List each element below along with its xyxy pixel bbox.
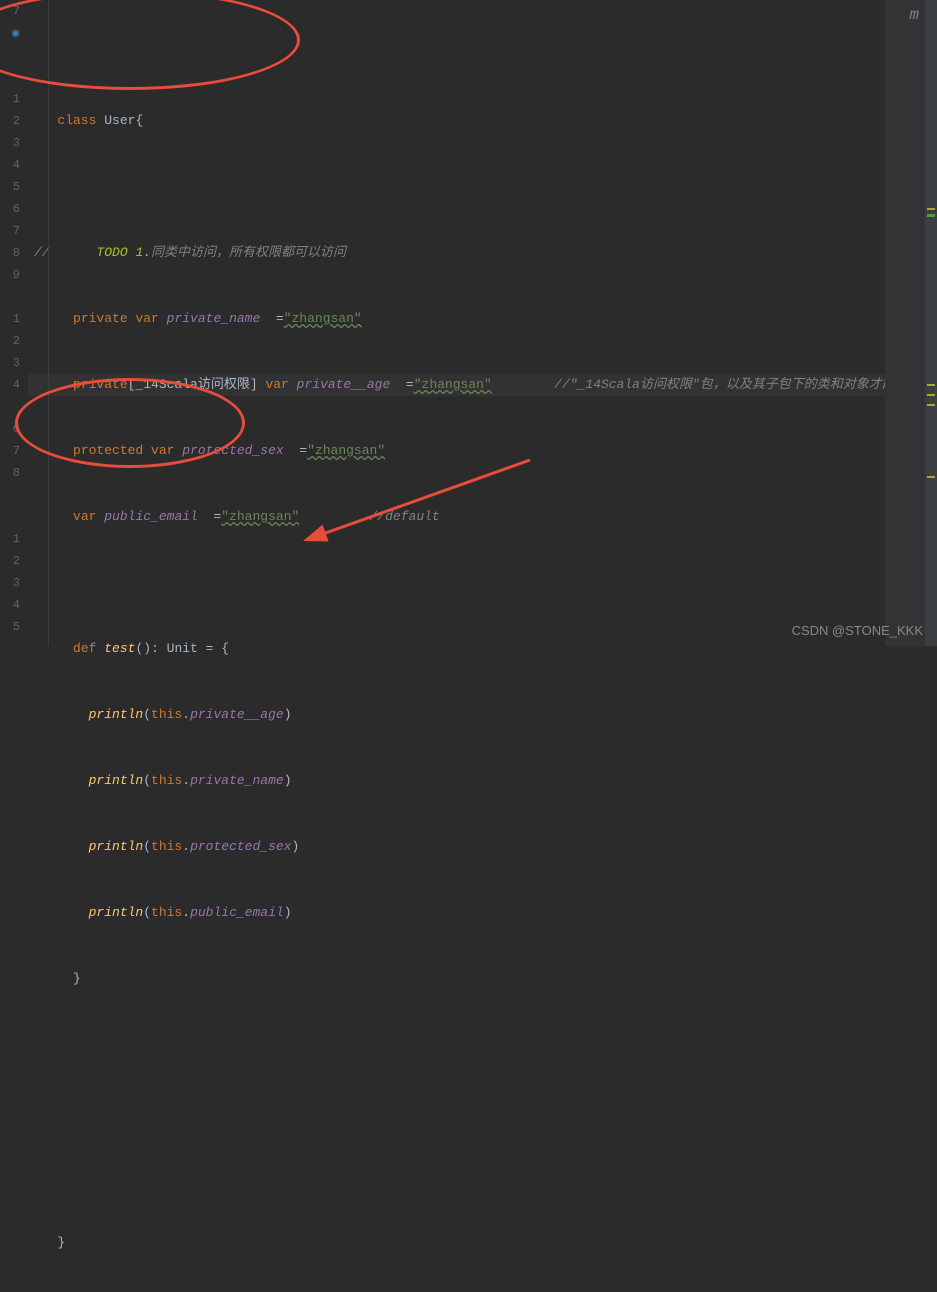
- code-area[interactable]: class User{ // TODO 1.同类中访问，所有权限都可以访问 pr…: [28, 0, 937, 646]
- code-line[interactable]: [34, 1100, 937, 1122]
- code-line[interactable]: def test(): Unit = {: [34, 638, 937, 660]
- line-num: 1: [0, 308, 20, 330]
- gutter-run-icon[interactable]: ◉: [11, 29, 20, 40]
- scroll-mark: [927, 214, 935, 217]
- gutter: 7 ◉ 1 2 3 4 5 6 7 8 9 1 2 3 4 6 7 8 1 2 …: [0, 0, 28, 646]
- minimap[interactable]: m: [885, 0, 925, 646]
- line-num: [0, 506, 20, 528]
- code-line[interactable]: [34, 572, 937, 594]
- editor-container: 7 ◉ 1 2 3 4 5 6 7 8 9 1 2 3 4 6 7 8 1 2 …: [0, 0, 937, 646]
- line-num: [0, 484, 20, 506]
- code-line[interactable]: protected var protected_sex ="zhangsan": [34, 440, 937, 462]
- line-num: 4: [0, 374, 20, 396]
- code-line[interactable]: class User{: [34, 110, 937, 132]
- code-line[interactable]: println(this.protected_sex): [34, 836, 937, 858]
- code-line[interactable]: [34, 1034, 937, 1056]
- code-line[interactable]: private var private_name ="zhangsan": [34, 308, 937, 330]
- line-num: [0, 44, 20, 66]
- scroll-mark: [927, 394, 935, 396]
- code-line[interactable]: println(this.private__age): [34, 704, 937, 726]
- code-line[interactable]: [34, 176, 937, 198]
- code-line[interactable]: }: [34, 1232, 937, 1254]
- line-num: 4: [0, 154, 20, 176]
- line-num: 9: [0, 264, 20, 286]
- minimap-indicator: m: [909, 6, 919, 24]
- line-num: 6: [0, 418, 20, 440]
- line-num: 1: [0, 528, 20, 550]
- scroll-mark: [927, 384, 935, 386]
- scroll-mark: [927, 476, 935, 478]
- code-line[interactable]: private[_14Scala访问权限] var private__age =…: [34, 374, 937, 396]
- code-line[interactable]: // TODO 1.同类中访问，所有权限都可以访问: [34, 242, 937, 264]
- line-num: 8: [0, 462, 20, 484]
- line-num: 2: [0, 330, 20, 352]
- line-num: [0, 396, 20, 418]
- line-num: 8: [0, 242, 20, 264]
- watermark: CSDN @STONE_KKK: [792, 623, 923, 638]
- code-line[interactable]: }: [34, 968, 937, 990]
- line-num: 3: [0, 572, 20, 594]
- line-num: 3: [0, 132, 20, 154]
- scroll-mark: [927, 404, 935, 406]
- line-num: 7: [13, 4, 20, 18]
- code-line[interactable]: var public_email ="zhangsan" //default: [34, 506, 937, 528]
- code-line[interactable]: println(this.private_name): [34, 770, 937, 792]
- scroll-mark: [927, 208, 935, 210]
- line-num: 2: [0, 110, 20, 132]
- line-num: 2: [0, 550, 20, 572]
- code-line[interactable]: [34, 1166, 937, 1188]
- line-num: 6: [0, 198, 20, 220]
- code-line[interactable]: println(this.public_email): [34, 902, 937, 924]
- scrollbar[interactable]: [925, 0, 937, 646]
- line-num: [0, 286, 20, 308]
- line-num: 5: [0, 616, 20, 638]
- line-num: 1: [0, 88, 20, 110]
- line-num: 5: [0, 176, 20, 198]
- line-num: 3: [0, 352, 20, 374]
- line-num: 7: [0, 440, 20, 462]
- line-num: 7: [0, 220, 20, 242]
- line-num: [0, 66, 20, 88]
- line-num: 4: [0, 594, 20, 616]
